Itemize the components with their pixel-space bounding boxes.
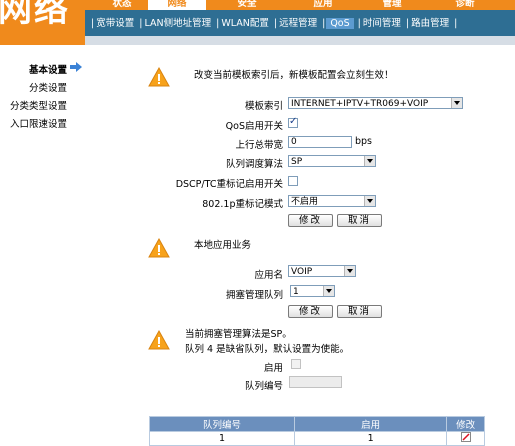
queue-algorithm-select[interactable]: SP <box>288 155 376 167</box>
table-header-row: 队列编号 启用 修改 <box>148 416 485 432</box>
sidebar-item-ingress-limit[interactable]: 入口限速设置 <box>0 116 67 130</box>
subnav-remote[interactable]: 远程管理 <box>278 18 318 29</box>
table-header-modify: 修改 <box>446 416 485 432</box>
modify-button[interactable]: 修改 <box>288 214 333 227</box>
uplink-bandwidth-label: 上行总带宽 <box>235 140 283 151</box>
subnav-wlan[interactable]: WLAN配置 <box>220 18 270 29</box>
chevron-down-icon <box>323 286 334 296</box>
table-header-queue-no: 队列编号 <box>148 416 296 432</box>
template-label: 模板索引 <box>244 101 283 112</box>
table-cell-enable: 1 <box>294 431 448 446</box>
table-cell-modify[interactable] <box>446 431 485 446</box>
uplink-unit: bps <box>355 136 373 147</box>
template-warning-text: 改变当前模板索引后，新模板配置会立刻生效！ <box>194 70 394 81</box>
app-name-label: 应用名 <box>254 270 283 281</box>
dot1p-remark-select[interactable]: 不启用 <box>288 195 376 207</box>
main-tab-application[interactable]: 应用 <box>308 0 338 10</box>
warning-icon <box>148 330 170 350</box>
cancel-button[interactable]: 取消 <box>337 214 382 227</box>
queue-table: 队列编号 启用 修改 1 1 <box>148 416 485 446</box>
chevron-down-icon <box>451 98 462 108</box>
sidebar-item-classify[interactable]: 分类设置 <box>0 80 67 94</box>
sp-algorithm-note: 当前拥塞管理算法是SP。 <box>185 329 292 340</box>
queue-algorithm-label: 队列调度算法 <box>225 159 283 170</box>
main-tab-security[interactable]: 安全 <box>232 0 262 10</box>
queue-enable-label: 启用 <box>263 363 283 374</box>
main-tab-status[interactable]: 状态 <box>107 0 137 10</box>
main-tab-network[interactable]: 网络 <box>148 0 206 10</box>
chevron-down-icon <box>364 156 375 166</box>
queue-number-label: 队列编号 <box>244 381 283 392</box>
dot1p-remark-label: 802.1p重标记模式 <box>202 199 283 210</box>
cancel-button[interactable]: 取消 <box>337 305 382 318</box>
sub-nav: | 宽带设置 | LAN侧地址管理 | WLAN配置 | 远程管理 | QoS | 时间管理… <box>91 18 458 29</box>
arrow-right-icon <box>70 62 82 72</box>
main-tab-diagnosis[interactable]: 诊断 <box>450 0 480 10</box>
default-queue-note: 队列 4 是缺省队列，默认设置为使能。 <box>185 344 350 355</box>
subnav-broadband[interactable]: 宽带设置 <box>95 18 135 29</box>
edit-icon[interactable] <box>460 432 471 442</box>
sidebar-item-classify-type[interactable]: 分类类型设置 <box>0 98 67 112</box>
table-header-enable: 启用 <box>294 416 448 432</box>
subnav-time[interactable]: 时间管理 <box>362 18 402 29</box>
queue-enable-checkbox[interactable] <box>291 359 301 369</box>
chevron-down-icon <box>364 196 375 206</box>
brand-logo: 网络 <box>0 0 85 45</box>
warning-icon <box>148 67 170 87</box>
subnav-route[interactable]: 路由管理 <box>410 18 450 29</box>
uplink-bandwidth-input[interactable]: 0 <box>288 136 352 148</box>
modify-button[interactable]: 修改 <box>288 305 333 318</box>
app-name-select[interactable]: VOIP <box>288 265 356 277</box>
qos-enable-label: QoS启用开关 <box>225 121 283 132</box>
template-select[interactable]: INTERNET+IPTV+TR069+VOIP <box>288 97 463 109</box>
warning-icon <box>148 238 170 258</box>
dscp-remark-checkbox[interactable] <box>288 176 298 186</box>
queue-number-input[interactable] <box>289 376 342 388</box>
chevron-down-icon <box>344 266 355 276</box>
sub-nav-strip <box>85 36 515 45</box>
congestion-queue-label: 拥塞管理队列 <box>225 290 283 301</box>
main-tab-management[interactable]: 管理 <box>377 0 407 10</box>
subnav-lan[interactable]: LAN侧地址管理 <box>143 18 212 29</box>
local-app-title: 本地应用业务 <box>194 240 252 251</box>
table-cell-queue-no: 1 <box>148 431 296 446</box>
table-row: 1 1 <box>148 431 485 446</box>
qos-enable-checkbox[interactable] <box>288 116 298 128</box>
congestion-queue-select[interactable]: 1 <box>290 285 335 297</box>
dscp-remark-label: DSCP/TC重标记启用开关 <box>175 179 283 190</box>
sidebar-item-basic[interactable]: 基本设置 <box>0 62 67 76</box>
subnav-qos[interactable]: QoS <box>326 18 354 29</box>
